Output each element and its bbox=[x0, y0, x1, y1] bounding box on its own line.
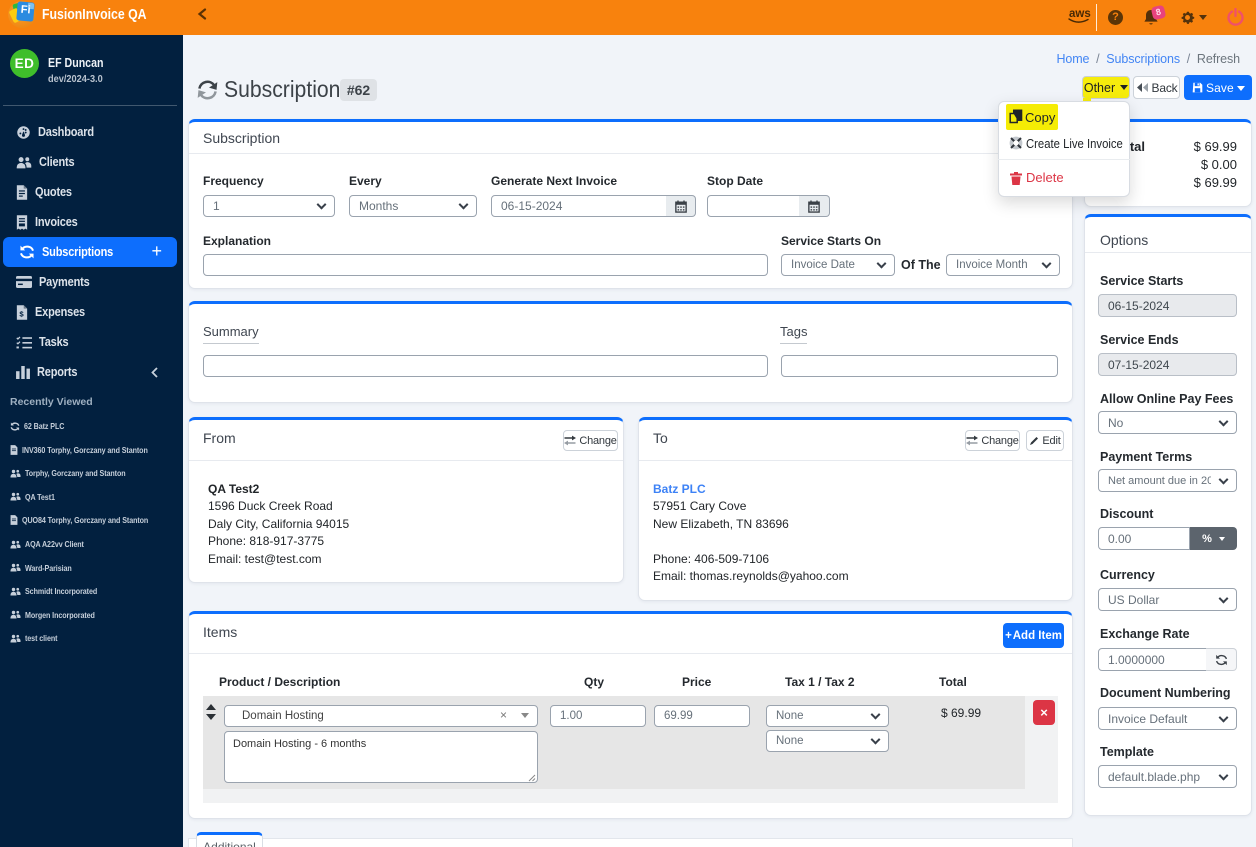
svg-text:$: $ bbox=[19, 309, 24, 318]
